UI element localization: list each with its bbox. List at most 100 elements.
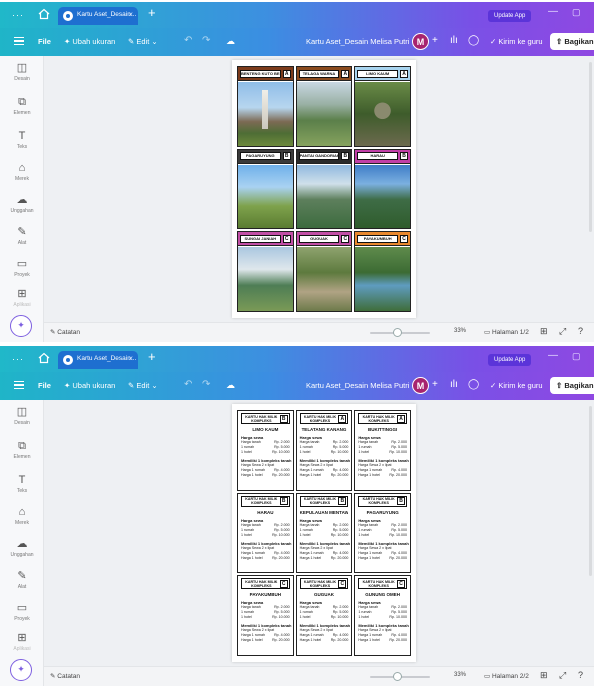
- photo-card[interactable]: GUGUAK C: [295, 231, 353, 312]
- photo-card[interactable]: SUNGAI JANIAH C: [237, 231, 294, 312]
- resize-button[interactable]: ✦ Ubah ukuran: [64, 381, 115, 390]
- document-title[interactable]: Kartu Aset_Desain Melisa Putri: [306, 37, 409, 46]
- minimize-icon[interactable]: —: [548, 6, 558, 17]
- share-button[interactable]: ⇧ Bagikan: [550, 33, 594, 50]
- document-title[interactable]: Kartu Aset_Desain Melisa Putri: [306, 381, 409, 390]
- share-button[interactable]: ⇧ Bagikan: [550, 377, 594, 394]
- menu-dots-icon[interactable]: ···: [12, 354, 24, 364]
- fullscreen-icon[interactable]: ⤢: [559, 670, 566, 681]
- property-card[interactable]: KARTU HAK MILIK KOMPLEKS B PAGARUYUNG Harga…: [354, 492, 411, 574]
- sidebar-item-design[interactable]: ◫ Desain: [0, 62, 44, 82]
- comment-icon[interactable]: ◯: [468, 35, 479, 46]
- add-collaborator-icon[interactable]: +: [432, 35, 438, 46]
- zoom-slider-handle[interactable]: [393, 672, 402, 681]
- sidebar-item-elements[interactable]: ⧉ Elemen: [0, 96, 44, 116]
- home-icon[interactable]: [38, 8, 50, 20]
- scrollbar[interactable]: [589, 62, 592, 232]
- pages-button[interactable]: ▭ Halaman 1/2: [484, 328, 529, 336]
- sidebar-item-elements[interactable]: ⧉ Elemen: [0, 440, 44, 460]
- zoom-value[interactable]: 33%: [454, 672, 466, 678]
- zoom-slider-handle[interactable]: [393, 328, 402, 337]
- sidebar-item-apps[interactable]: ⊞ Aplikasi: [0, 632, 44, 652]
- card-header: KARTU HAK MILIK KOMPLEKS B: [299, 495, 349, 507]
- edit-menu[interactable]: ✎ Edit ⌄: [128, 37, 158, 46]
- property-card[interactable]: KARTU HAK MILIK KOMPLEKS B KEPULAUAN MENTA…: [295, 492, 353, 574]
- edit-menu[interactable]: ✎ Edit ⌄: [128, 381, 158, 390]
- add-collaborator-icon[interactable]: +: [432, 379, 438, 390]
- sidebar-item-draw[interactable]: ✎ Alat: [0, 570, 44, 590]
- design-page[interactable]: BENTENG KUTO BESAKATELAGA WARNAALIMO KAU…: [232, 60, 416, 318]
- property-card[interactable]: KARTU HAK MILIK KOMPLEKS B HARAU Harga sewa…: [237, 492, 294, 574]
- file-menu[interactable]: File: [38, 381, 51, 390]
- notes-button[interactable]: ✎ Catatan: [50, 328, 80, 336]
- sidebar-item-projects[interactable]: ▭ Proyek: [0, 258, 44, 278]
- redo-icon[interactable]: ↷: [202, 35, 210, 46]
- cloud-saved-icon[interactable]: ☁: [226, 380, 235, 391]
- sidebar-item-brand[interactable]: ⌂ Merek: [0, 506, 44, 526]
- grid-view-icon[interactable]: ⊞: [540, 326, 548, 337]
- insights-icon[interactable]: ılı: [450, 379, 458, 390]
- send-to-teacher-button[interactable]: ✓ Kirim ke guru: [490, 37, 543, 46]
- help-icon[interactable]: ?: [578, 326, 583, 336]
- user-avatar[interactable]: M: [412, 33, 429, 50]
- sidebar-item-text[interactable]: T Teks: [0, 130, 44, 150]
- photo-card[interactable]: HARAU B: [354, 148, 411, 230]
- photo-card[interactable]: PAYAKUMBUH C: [354, 231, 411, 312]
- photo-card[interactable]: PANTAI GANDORIAH B: [295, 148, 353, 230]
- browser-tab[interactable]: Kartu Aset_Desain... ×: [58, 7, 138, 25]
- resize-button[interactable]: ✦ Ubah ukuran: [64, 37, 115, 46]
- fullscreen-icon[interactable]: ⤢: [559, 326, 566, 337]
- magic-help-button[interactable]: ✦: [10, 659, 32, 681]
- hamburger-menu-icon[interactable]: [14, 37, 24, 45]
- update-app-button[interactable]: Update App: [488, 10, 532, 22]
- comment-icon[interactable]: ◯: [468, 379, 479, 390]
- sidebar-item-uploads[interactable]: ☁ Unggahan: [0, 194, 44, 214]
- help-icon[interactable]: ?: [578, 670, 583, 680]
- hamburger-menu-icon[interactable]: [14, 381, 24, 389]
- sidebar-item-draw[interactable]: ✎ Alat: [0, 226, 44, 246]
- property-card[interactable]: KARTU HAK MILIK KOMPLEKS A BUKITTINGGI Harg…: [354, 410, 411, 491]
- new-tab-icon[interactable]: +: [148, 5, 156, 20]
- card-photo: [355, 247, 410, 311]
- photo-card[interactable]: LIMO KAUM A: [354, 66, 411, 147]
- file-menu[interactable]: File: [38, 37, 51, 46]
- new-tab-icon[interactable]: +: [148, 349, 156, 364]
- maximize-icon[interactable]: ▢: [572, 351, 581, 362]
- close-tab-icon[interactable]: ×: [128, 354, 133, 363]
- scrollbar[interactable]: [589, 406, 592, 576]
- property-card[interactable]: KARTU HAK MILIK KOMPLEKS C GUGUAK Harga sew…: [295, 575, 353, 656]
- photo-card[interactable]: BENTENG KUTO BESAKA: [237, 66, 294, 147]
- update-app-button[interactable]: Update App: [488, 354, 532, 366]
- menu-dots-icon[interactable]: ···: [12, 10, 24, 20]
- sidebar-item-brand[interactable]: ⌂ Merek: [0, 162, 44, 182]
- undo-icon[interactable]: ↶: [184, 379, 192, 390]
- sidebar-item-text[interactable]: T Teks: [0, 474, 44, 494]
- photo-card[interactable]: PAGARUYUNG B: [237, 148, 294, 230]
- notes-button[interactable]: ✎ Catatan: [50, 672, 80, 680]
- cloud-saved-icon[interactable]: ☁: [226, 36, 235, 47]
- sidebar-item-uploads[interactable]: ☁ Unggahan: [0, 538, 44, 558]
- sidebar-item-apps[interactable]: ⊞ Aplikasi: [0, 288, 44, 308]
- close-tab-icon[interactable]: ×: [128, 10, 133, 19]
- minimize-icon[interactable]: —: [548, 350, 558, 361]
- photo-card[interactable]: TELAGA WARNA A: [295, 66, 353, 147]
- sidebar-item-projects[interactable]: ▭ Proyek: [0, 602, 44, 622]
- zoom-value[interactable]: 33%: [454, 328, 466, 334]
- design-page[interactable]: KARTU HAK MILIK KOMPLEKS B LIMO KAUM Harga …: [232, 404, 416, 662]
- sidebar-item-design[interactable]: ◫ Desain: [0, 406, 44, 426]
- property-card[interactable]: KARTU HAK MILIK KOMPLEKS C GUNUNG OMEH Harg…: [354, 575, 411, 656]
- insights-icon[interactable]: ılı: [450, 35, 458, 46]
- send-to-teacher-button[interactable]: ✓ Kirim ke guru: [490, 381, 543, 390]
- redo-icon[interactable]: ↷: [202, 379, 210, 390]
- grid-view-icon[interactable]: ⊞: [540, 670, 548, 681]
- home-icon[interactable]: [38, 352, 50, 364]
- property-card[interactable]: KARTU HAK MILIK KOMPLEKS A TELATANG KANANG…: [295, 410, 353, 491]
- property-card[interactable]: KARTU HAK MILIK KOMPLEKS B LIMO KAUM Harga …: [237, 410, 294, 491]
- pages-button[interactable]: ▭ Halaman 2/2: [484, 672, 529, 680]
- maximize-icon[interactable]: ▢: [572, 7, 581, 18]
- magic-help-button[interactable]: ✦: [10, 315, 32, 337]
- property-card[interactable]: KARTU HAK MILIK KOMPLEKS C PAYAKUMBUH Harga…: [237, 575, 294, 656]
- browser-tab[interactable]: Kartu Aset_Desain... ×: [58, 351, 138, 369]
- user-avatar[interactable]: M: [412, 377, 429, 394]
- undo-icon[interactable]: ↶: [184, 35, 192, 46]
